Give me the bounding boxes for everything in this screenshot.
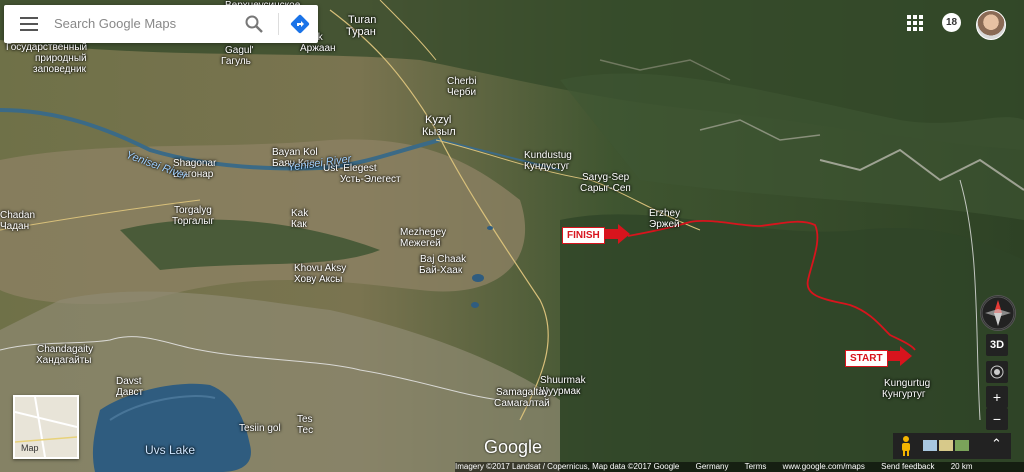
zoom-in-button[interactable]: + [986, 386, 1008, 408]
place-label: Государственный [6, 42, 88, 53]
place-label: Тес [297, 425, 314, 436]
attribution-bar: Imagery ©2017 Landsat / Copernicus, Map … [455, 462, 1024, 472]
place-label: Туран [346, 26, 376, 38]
place-label: Усть-Элегест [340, 174, 401, 185]
place-label: Chandagaity [37, 344, 94, 355]
apps-grid-icon[interactable] [907, 15, 923, 31]
search-input[interactable]: Search Google Maps [54, 16, 176, 31]
place-label: Торгалыг [172, 216, 215, 227]
my-location-button[interactable] [986, 361, 1008, 383]
place-label: Бай-Хаак [419, 265, 463, 276]
place-label: Cherbi [447, 76, 477, 87]
place-label: Хову Аксы [294, 274, 343, 285]
map-toggle[interactable]: Map [13, 395, 79, 459]
place-label: Чадан [0, 221, 30, 232]
place-label: Хандагайты [36, 355, 92, 366]
place-label: Tes [297, 414, 313, 425]
imagery-thumb[interactable] [939, 440, 953, 451]
place-label: Эржей [649, 219, 680, 230]
expand-icon[interactable]: ⌃ [991, 436, 1002, 452]
imagery-thumb[interactable] [923, 440, 937, 451]
place-label: Gagul' [225, 45, 254, 56]
place-label: Как [291, 219, 307, 230]
place-label: Kak [291, 208, 309, 219]
place-label: Mezhegey [400, 227, 447, 238]
place-label: Межегей [400, 238, 441, 249]
location-icon [990, 365, 1004, 379]
menu-icon[interactable] [20, 17, 38, 31]
place-label: Кунгуртуг [882, 389, 926, 400]
place-label: Kyzyl [425, 114, 452, 126]
google-logo: Google [484, 437, 543, 457]
imagery-bar: ⌃ [893, 433, 1011, 459]
terms-link[interactable]: Terms [745, 462, 767, 471]
3d-button[interactable]: 3D [986, 334, 1008, 356]
notification-badge[interactable]: 18 [942, 13, 961, 32]
imagery-thumb[interactable] [955, 440, 969, 451]
place-label: Гагуль [221, 56, 251, 67]
place-label: Аржаан [300, 43, 336, 54]
river-label: Tesiin gol [239, 423, 281, 434]
send-feedback-link[interactable]: Send feedback [881, 462, 934, 471]
place-label: заповедник [33, 64, 86, 75]
place-label: Saryg-Sep [582, 172, 630, 183]
map-toggle-label: Map [21, 443, 39, 453]
place-label: Сарыг-Сеп [580, 183, 631, 194]
place-label: Кундустуг [524, 161, 570, 172]
lake-label: Uvs Lake [145, 443, 196, 457]
place-label: Самагалтай [494, 398, 550, 409]
place-label: Chadan [0, 210, 36, 221]
place-label: Черби [447, 87, 477, 98]
scale-label[interactable]: 20 km [951, 462, 973, 471]
compass-icon[interactable] [980, 295, 1016, 331]
place-label: Кызыл [422, 126, 456, 138]
pegman-icon[interactable] [899, 435, 913, 457]
search-divider [278, 13, 279, 35]
zoom-out-button[interactable]: − [986, 408, 1008, 430]
place-label: Erzhey [649, 208, 681, 219]
region-link[interactable]: Germany [696, 462, 729, 471]
place-label: Samagaltay [496, 387, 549, 398]
place-label: Bayan Kol [272, 147, 318, 158]
place-label: Давст [116, 387, 144, 398]
place-label: Kungurtug [884, 378, 931, 389]
place-label: Kundustug [524, 150, 572, 161]
finish-label: FINISH [562, 227, 605, 244]
place-label: Shuurmak [540, 375, 586, 386]
search-box: Search Google Maps [4, 5, 318, 43]
start-label: START [845, 350, 888, 367]
place-label: Torgalyg [174, 205, 212, 216]
place-label: Turan [348, 14, 377, 26]
place-label: природный [35, 53, 87, 64]
place-label: Khovu Aksy [294, 263, 347, 274]
search-icon[interactable] [244, 14, 264, 34]
directions-icon[interactable] [290, 14, 310, 34]
place-label: Davst [116, 376, 142, 387]
maps-url-link[interactable]: www.google.com/maps [783, 462, 865, 471]
avatar[interactable] [976, 10, 1006, 40]
place-label: Baj Chaak [420, 254, 467, 265]
imagery-credit: Imagery ©2017 Landsat / Copernicus, Map … [455, 462, 680, 471]
